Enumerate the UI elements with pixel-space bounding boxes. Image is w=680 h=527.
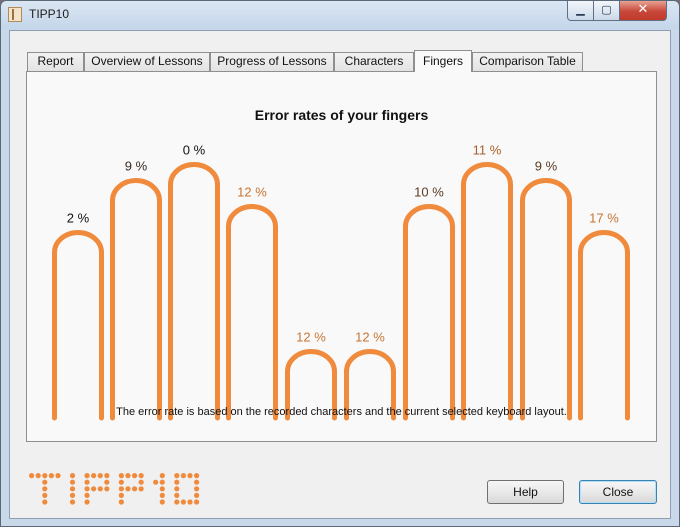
- minimize-button[interactable]: ▁: [567, 1, 594, 21]
- title-bar[interactable]: TIPP10 ▁ ▢ ✕: [1, 1, 679, 29]
- finger-error-label-7: 10 %: [414, 185, 444, 200]
- finger-error-chart: 2 % 9 % 0 % 12 % 12 % 12 % 10 % 11 % 9 % 17 %: [52, 143, 630, 421]
- fingers-panel: Error rates of your fingers 2 % 9 % 0 % 12 …: [26, 71, 657, 442]
- tab-overview-of-lessons[interactable]: Overview of Lessons: [84, 52, 210, 71]
- finger-error-label-9: 9 %: [535, 159, 558, 174]
- finger-arch-7: [403, 204, 455, 421]
- tab-comparison-table[interactable]: Comparison Table: [472, 52, 583, 71]
- help-button[interactable]: Help: [487, 480, 564, 504]
- finger-arch-10: [578, 230, 630, 421]
- app-window: TIPP10 ▁ ▢ ✕ Report Overview of Lessons …: [0, 0, 680, 527]
- finger-arch-3: [168, 162, 220, 421]
- finger-error-label-6: 12 %: [355, 330, 385, 345]
- finger-arch-8: [461, 162, 513, 421]
- window-title: TIPP10: [29, 7, 70, 21]
- dialog-client-area: Report Overview of Lessons Progress of L…: [9, 30, 671, 519]
- close-window-button[interactable]: ✕: [620, 1, 667, 21]
- maximize-button[interactable]: ▢: [594, 1, 620, 21]
- tab-fingers[interactable]: Fingers: [414, 50, 472, 72]
- finger-arch-2: [110, 178, 162, 421]
- finger-error-label-8: 11 %: [473, 143, 502, 158]
- finger-arch-4: [226, 204, 278, 421]
- tab-report[interactable]: Report: [27, 52, 84, 71]
- finger-arch-1: [52, 230, 104, 421]
- finger-error-label-3: 0 %: [183, 143, 206, 158]
- finger-error-label-1: 2 %: [67, 211, 90, 226]
- chart-note: The error rate is based on the recorded …: [116, 406, 567, 418]
- tab-progress-of-lessons[interactable]: Progress of Lessons: [210, 52, 334, 71]
- tab-characters[interactable]: Characters: [334, 52, 414, 71]
- close-button[interactable]: Close: [579, 480, 657, 504]
- finger-error-label-4: 12 %: [237, 185, 267, 200]
- finger-error-label-2: 9 %: [125, 159, 148, 174]
- finger-arch-9: [520, 178, 572, 421]
- tipp10-logo: [29, 473, 200, 505]
- finger-error-label-5: 12 %: [296, 330, 326, 345]
- app-icon[interactable]: [8, 7, 22, 22]
- finger-error-label-10: 17 %: [589, 211, 619, 226]
